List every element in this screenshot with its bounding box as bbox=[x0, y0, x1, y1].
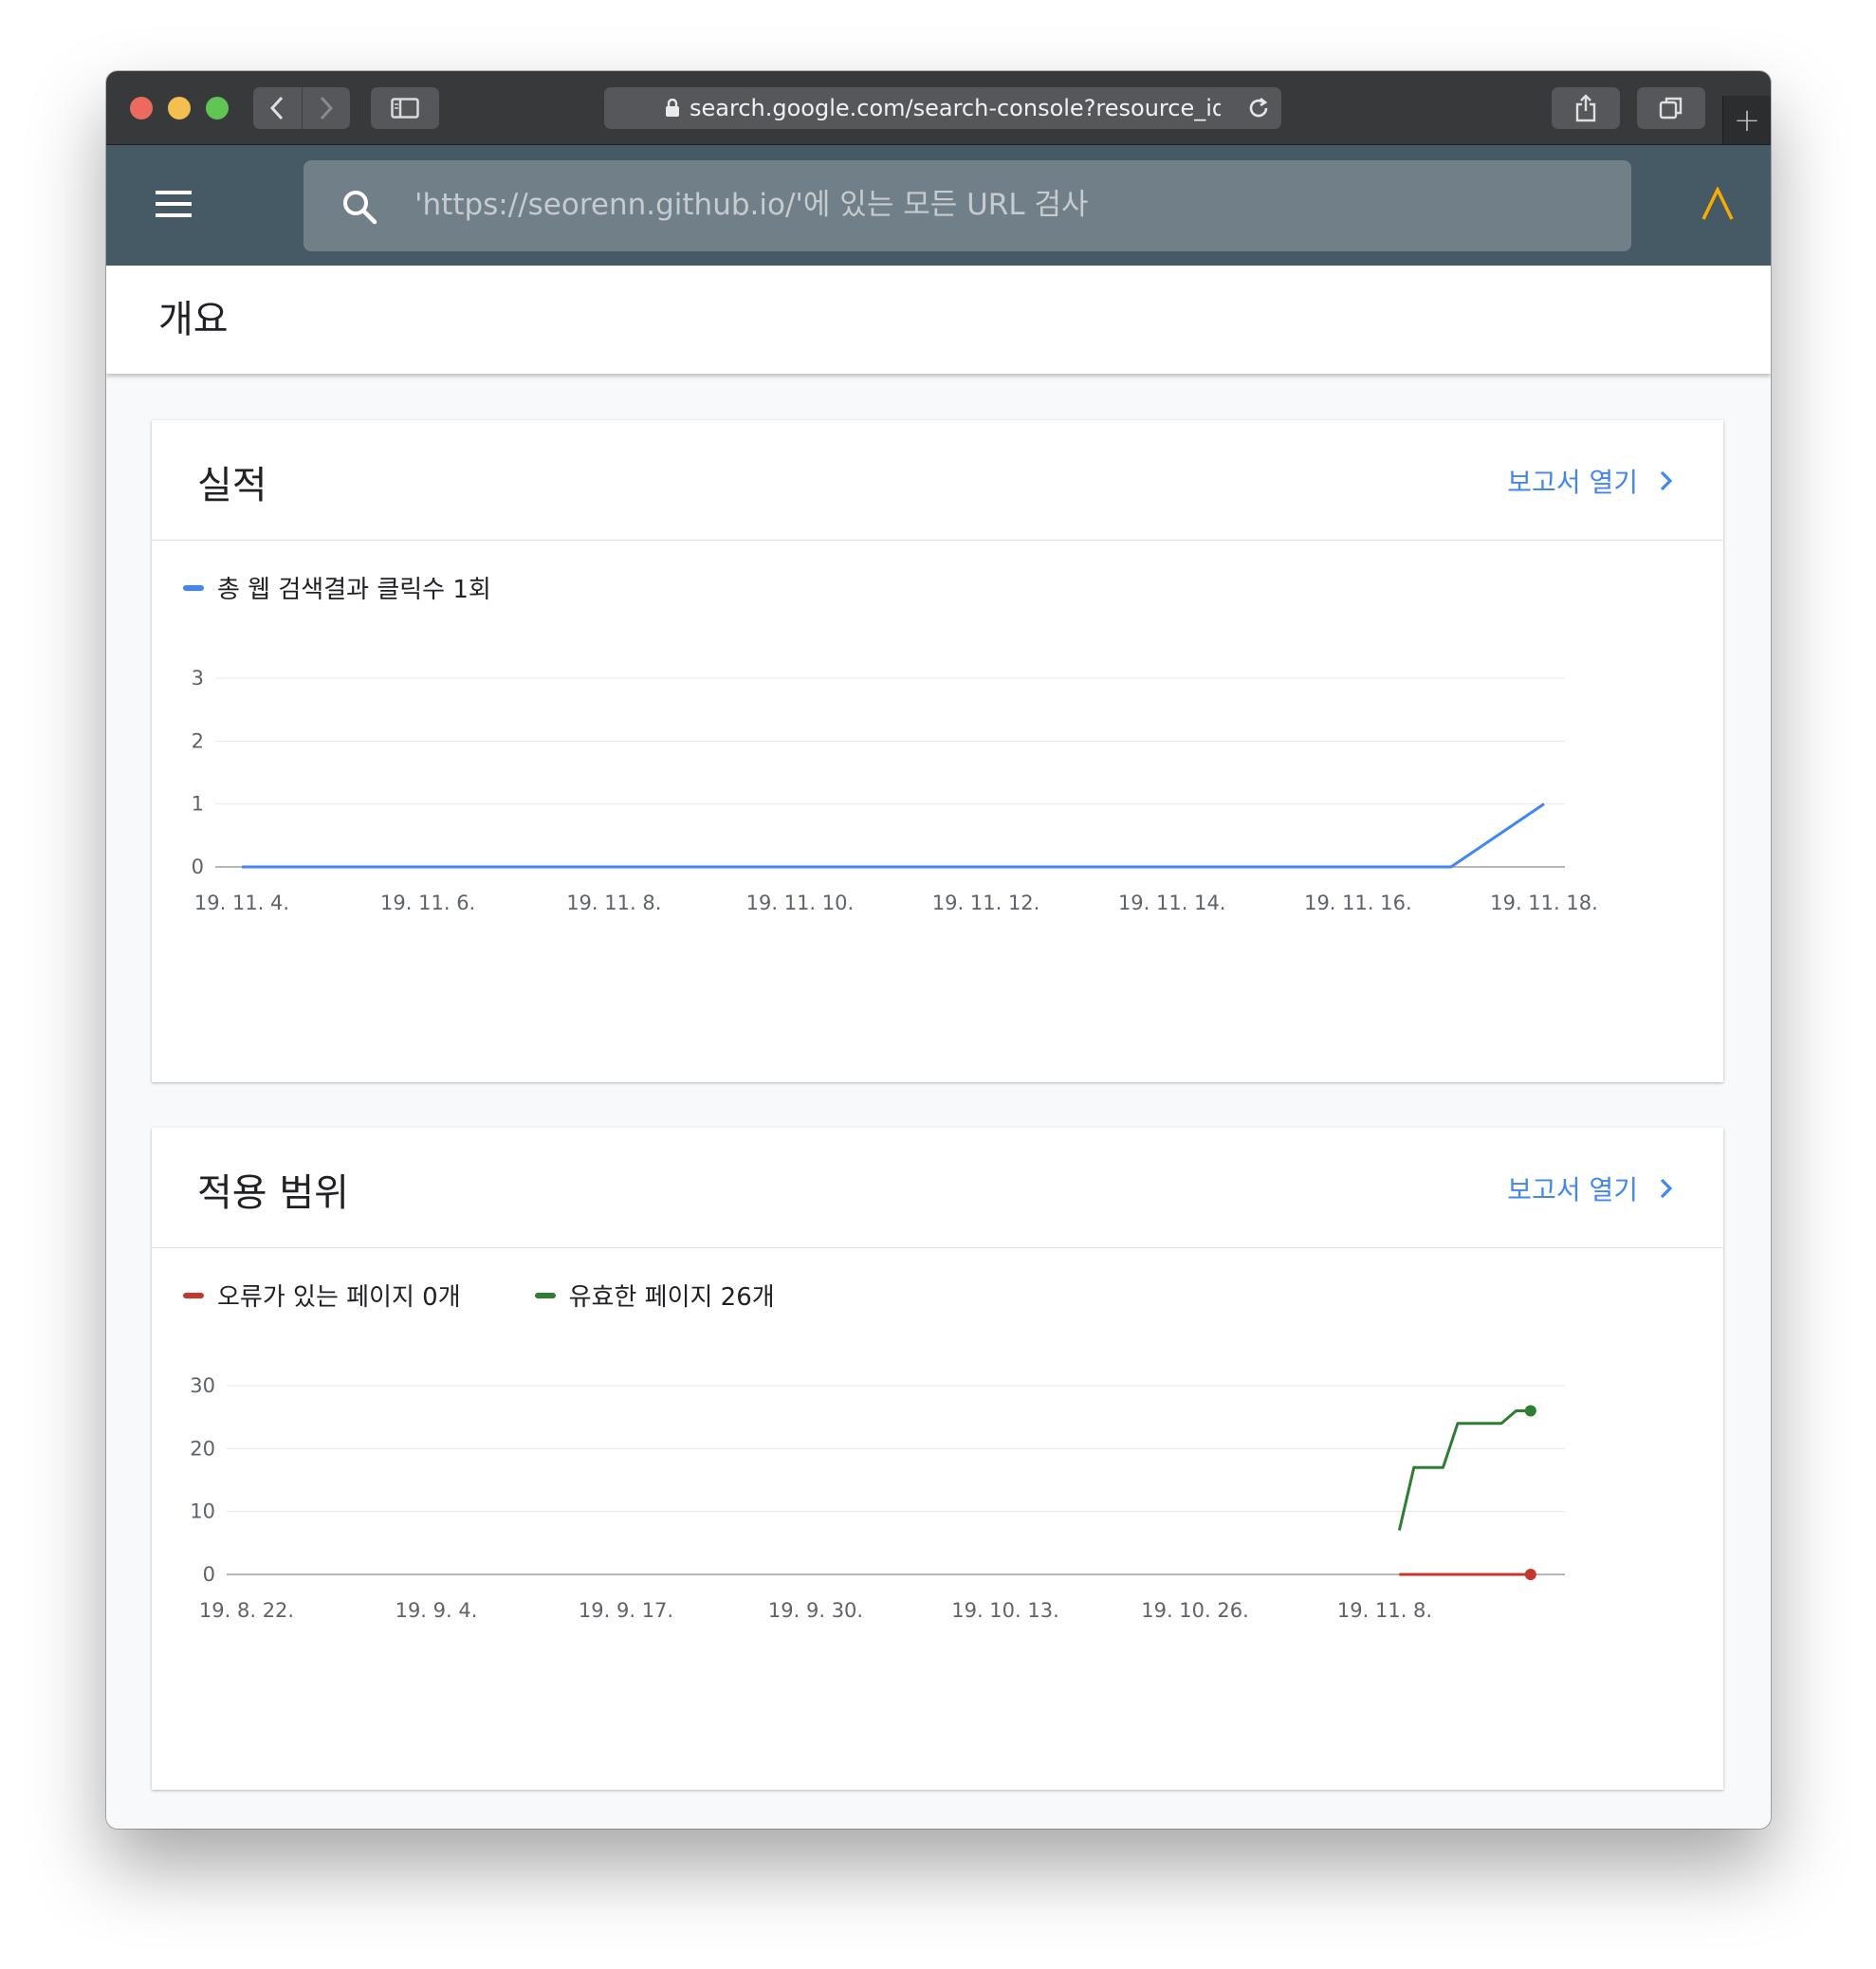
back-button[interactable] bbox=[253, 87, 302, 129]
y-tick-label: 3 bbox=[192, 667, 204, 690]
search-console-logo-icon[interactable] bbox=[1701, 185, 1735, 225]
share-icon bbox=[1575, 94, 1596, 122]
caret-logo-icon bbox=[1701, 185, 1734, 220]
x-tick-label: 19. 11. 6. bbox=[380, 892, 475, 914]
y-tick-label: 0 bbox=[203, 1563, 215, 1586]
y-tick-label: 30 bbox=[190, 1374, 215, 1397]
sidebar-icon bbox=[391, 98, 419, 119]
chevron-right-icon bbox=[1659, 1176, 1674, 1201]
lock-icon bbox=[666, 99, 679, 117]
open-report-label: 보고서 열기 bbox=[1507, 1174, 1638, 1205]
minimize-window-button[interactable] bbox=[168, 97, 191, 120]
x-tick-label: 19. 11. 12. bbox=[932, 892, 1040, 914]
y-tick-label: 2 bbox=[192, 729, 204, 752]
browser-window: search.google.com/search-console?resourc… bbox=[106, 71, 1771, 1829]
open-report-label: 보고서 열기 bbox=[1507, 467, 1638, 498]
x-tick-label: 19. 11. 10. bbox=[746, 892, 855, 914]
x-tick-label: 19. 11. 4. bbox=[194, 892, 289, 914]
x-tick-label: 19. 10. 13. bbox=[951, 1599, 1059, 1622]
chevron-left-icon bbox=[270, 96, 284, 120]
x-tick-label: 19. 11. 18. bbox=[1490, 892, 1598, 914]
coverage-card: 적용 범위 보고서 열기 오류가 있는 페이지 0개 유효한 페이지 26개 0… bbox=[152, 1128, 1723, 1790]
address-url: search.google.com/search-console?resourc… bbox=[690, 95, 1221, 121]
close-window-button[interactable] bbox=[130, 97, 153, 120]
coverage-card-header: 적용 범위 보고서 열기 bbox=[152, 1128, 1723, 1248]
y-tick-label: 20 bbox=[190, 1437, 215, 1460]
browser-toolbar: search.google.com/search-console?resourc… bbox=[106, 71, 1771, 145]
performance-card: 실적 보고서 열기 총 웹 검색결과 클릭수 1회 0 1 2 3 19. 11. 4.… bbox=[152, 420, 1723, 1082]
series-end-point bbox=[1524, 1405, 1536, 1417]
performance-chart: 0 1 2 3 19. 11. 4. 19. 11. 6. 19. 11. 8. 19. 11… bbox=[192, 667, 1598, 914]
coverage-open-report-link[interactable]: 보고서 열기 bbox=[1507, 1169, 1674, 1207]
app-bar bbox=[106, 145, 1771, 266]
x-tick-label: 19. 9. 17. bbox=[579, 1599, 673, 1622]
page-title: 개요 bbox=[158, 298, 229, 341]
url-inspection-input[interactable] bbox=[413, 181, 1554, 229]
chevron-right-icon bbox=[320, 96, 333, 120]
reload-icon bbox=[1249, 97, 1268, 118]
x-tick-label: 19. 10. 26. bbox=[1141, 1599, 1249, 1622]
tabs-overview-icon bbox=[1659, 97, 1683, 120]
y-tick-label: 1 bbox=[192, 793, 204, 816]
performance-card-header: 실적 보고서 열기 bbox=[152, 420, 1723, 541]
x-tick-label: 19. 11. 8. bbox=[1337, 1599, 1432, 1622]
performance-open-report-link[interactable]: 보고서 열기 bbox=[1507, 462, 1674, 500]
y-tick-label: 0 bbox=[192, 856, 204, 878]
address-bar[interactable]: search.google.com/search-console?resourc… bbox=[604, 87, 1281, 129]
hamburger-menu-icon bbox=[156, 191, 192, 217]
page-header: 개요 bbox=[106, 266, 1771, 374]
x-tick-label: 19. 9. 4. bbox=[395, 1599, 478, 1622]
coverage-title: 적용 범위 bbox=[197, 1171, 349, 1215]
share-button[interactable] bbox=[1552, 87, 1620, 129]
series-end-point bbox=[1524, 1569, 1536, 1580]
show-tabs-button[interactable] bbox=[1637, 87, 1705, 129]
url-inspection-search bbox=[303, 160, 1631, 251]
forward-button[interactable] bbox=[301, 87, 351, 129]
maximize-window-button[interactable] bbox=[206, 97, 229, 120]
x-tick-label: 19. 9. 30. bbox=[768, 1599, 863, 1622]
coverage-chart: 0 10 20 30 19. 8. 22. 19. 9. 4. 19. 9. 17. 19. … bbox=[190, 1374, 1565, 1622]
main-menu-button[interactable] bbox=[156, 191, 192, 221]
series-line bbox=[1397, 1409, 1531, 1531]
series-line bbox=[242, 802, 1545, 869]
chevron-right-icon bbox=[1659, 469, 1674, 493]
history-nav bbox=[253, 87, 350, 129]
y-tick-label: 10 bbox=[190, 1500, 215, 1523]
x-tick-label: 19. 11. 14. bbox=[1118, 892, 1226, 914]
new-tab-button[interactable]: + bbox=[1722, 96, 1771, 144]
sidebar-toggle-button[interactable] bbox=[371, 87, 439, 129]
x-tick-label: 19. 11. 16. bbox=[1304, 892, 1412, 914]
x-tick-label: 19. 11. 8. bbox=[566, 892, 661, 914]
search-icon bbox=[343, 191, 377, 225]
x-tick-label: 19. 8. 22. bbox=[199, 1599, 294, 1622]
reload-button[interactable] bbox=[1245, 95, 1272, 127]
performance-title: 실적 bbox=[197, 464, 267, 507]
